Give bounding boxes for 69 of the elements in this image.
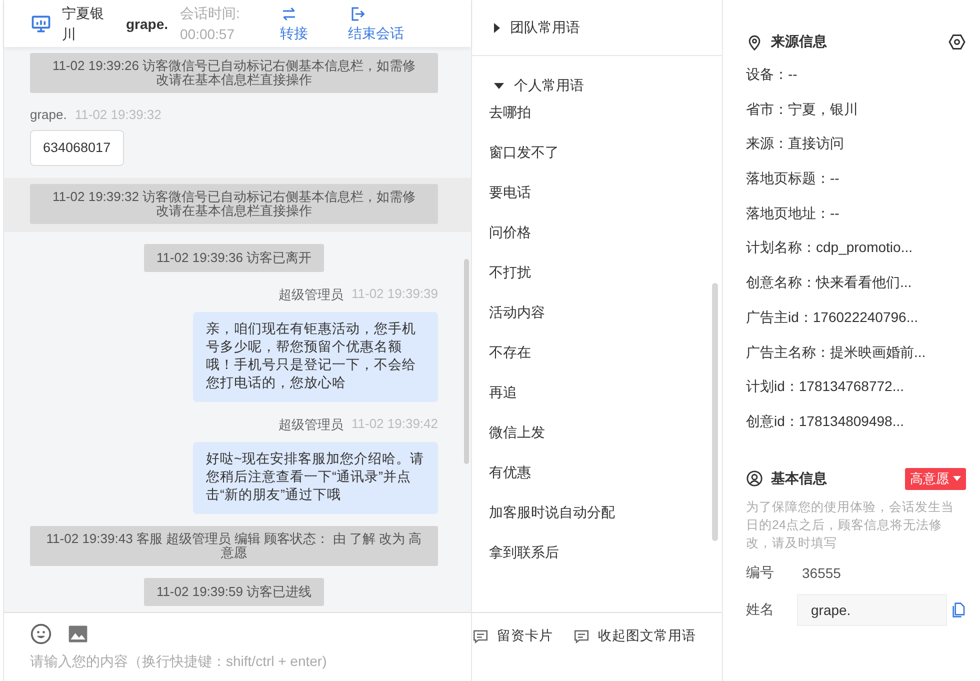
section-title: 来源信息 — [771, 33, 827, 51]
phrase-item[interactable]: 不存在 — [472, 339, 722, 379]
caret-icon — [494, 83, 504, 89]
scrollbar[interactable] — [712, 283, 718, 541]
info-row-text: 落地页地址：-- — [746, 204, 840, 223]
user-circle-icon — [746, 470, 763, 488]
phrase-item[interactable]: 问价格 — [472, 219, 722, 259]
copy-icon[interactable] — [950, 602, 966, 618]
info-row-text: 来源：直接访问 — [746, 134, 845, 154]
sender-name: 超级管理员 — [278, 416, 344, 434]
phrase-item[interactable]: 要电话 — [472, 179, 722, 219]
collapse-phrases-button[interactable]: 收起图文常用语 — [573, 627, 696, 645]
system-message: 11-02 19:39:43 客服 超级管理员 编辑 顾客状态： 由 了解 改为 高意愿 — [30, 526, 438, 566]
image-icon[interactable] — [67, 623, 89, 645]
sender-name: 超级管理员 — [278, 286, 344, 304]
section-title: 基本信息 — [771, 470, 827, 488]
field-value: 36555 — [802, 564, 841, 583]
chat-bubble-icon — [573, 628, 590, 644]
phrase-group-header[interactable]: 团队常用语 — [472, 0, 722, 55]
system-notice: 11-02 19:39:36 访客已离开 — [144, 244, 324, 272]
message-time: 11-02 19:39:39 — [352, 286, 438, 303]
phrase-item[interactable]: 有优惠 — [472, 459, 722, 499]
phrase-item[interactable]: 窗口发不了 — [472, 139, 722, 179]
phrase-item[interactable]: 再追 — [472, 379, 722, 419]
message-bubble: 亲，咱们现在有钜惠活动，您手机号多少呢，帮您预留个优惠名额哦！手机号只是登记一下，不会给您打电话的，您放心哈 — [193, 312, 438, 402]
info-row-text: 计划名称：cdp_promotio... — [746, 238, 914, 258]
caret-icon — [953, 476, 961, 482]
hint-text: 为了保障您的使用体验，会话发生当日的24点之后，顾客信息将无法修改，请及时填写 — [746, 498, 955, 552]
system-message: 11-02 19:39:32 访客微信号已自动标记右侧基本信息栏，如需修改请在基本信息栏直接操作 — [30, 184, 438, 224]
info-row-text: 落地页标题：-- — [746, 169, 840, 188]
message-time: 11-02 19:39:32 — [74, 107, 162, 122]
chat-bubble-icon — [472, 628, 489, 644]
end-session-button[interactable]: 结束会话 — [348, 4, 404, 42]
name-field[interactable]: grape. — [797, 594, 947, 626]
field-label: 编号 — [746, 564, 775, 582]
phrase-group-header[interactable]: 个人常用语 — [472, 55, 722, 99]
duration-label: 会话时间: — [180, 4, 241, 22]
system-notice: 11-02 19:39:59 访客已进线 — [144, 578, 324, 606]
visitor-name: grape. — [126, 16, 170, 32]
visitor-location: 宁夏银川 — [62, 4, 105, 44]
phrase-item[interactable]: 拿到联系后 — [472, 539, 722, 579]
field-label: 姓名 — [746, 600, 775, 619]
phrase-item[interactable]: 去哪拍 — [472, 99, 722, 139]
message-time: 11-02 19:39:42 — [352, 416, 438, 433]
info-row-text: 省市：宁夏，银川 — [746, 100, 859, 119]
phrase-item[interactable]: 加客服时说自动分配 — [472, 499, 722, 539]
lead-card-button[interactable]: 留资卡片 — [472, 627, 553, 645]
info-row-text: 设备：-- — [746, 65, 798, 84]
settings-icon[interactable] — [948, 33, 966, 51]
duration-value: 00:00:57 — [180, 24, 236, 44]
info-row-text: 广告主名称：提米映画婚前... — [746, 342, 927, 362]
info-row-text: 计划id：178134768772... — [746, 377, 905, 396]
system-message: 11-02 19:39:26 访客微信号已自动标记右侧基本信息栏，如需修改请在基本信息栏直接操作 — [30, 53, 438, 93]
phrase-item[interactable]: 不打扰 — [472, 259, 722, 299]
info-row-text: 广告主id：176022240796... — [746, 308, 919, 327]
location-pin-icon — [746, 34, 763, 50]
scrollbar[interactable] — [464, 259, 469, 464]
smiley-icon[interactable] — [30, 623, 52, 645]
caret-icon — [494, 22, 500, 32]
message-bubble: 好哒~现在安排客服加您介绍哈。请您稍后注意查看一下“通讯录”并点击“新的朋友”通过下哦 — [193, 442, 438, 514]
swap-arrows-icon — [280, 4, 298, 22]
info-row-text: 创意id：178134809498... — [746, 412, 905, 431]
transfer-button[interactable]: 转接 — [280, 4, 308, 42]
phrase-item[interactable]: 活动内容 — [472, 299, 722, 339]
message-bubble: 634068017 — [30, 130, 124, 166]
phrase-item[interactable]: 微信上发 — [472, 419, 722, 459]
sender-name: grape. — [30, 107, 67, 122]
info-row-text: 创意名称：快来看看他们... — [746, 273, 913, 292]
status-dropdown[interactable]: 高意愿 — [905, 468, 966, 490]
